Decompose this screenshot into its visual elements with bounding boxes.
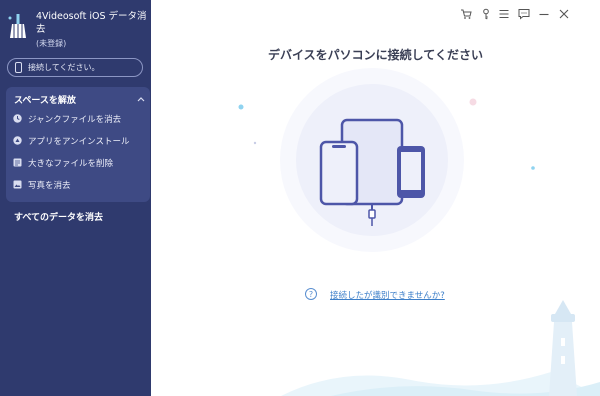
menu-icon[interactable] bbox=[498, 8, 510, 20]
sidebar-item-label: 大きなファイルを削除 bbox=[28, 159, 114, 169]
sidebar-item-uninstall[interactable]: アプリをアンインストール bbox=[13, 133, 147, 149]
decor-dot bbox=[531, 166, 535, 170]
broom-logo-icon bbox=[8, 14, 26, 38]
help-link[interactable]: 接続したが識別できませんか? bbox=[330, 289, 445, 301]
minimize-icon[interactable] bbox=[538, 8, 550, 20]
sidebar-item-junk[interactable]: ジャンクファイルを消去 bbox=[13, 111, 147, 127]
device-status-box[interactable]: 接続してください。 bbox=[7, 58, 143, 77]
main-illustration bbox=[238, 68, 600, 396]
app-icon bbox=[13, 136, 22, 145]
sidebar-item-label: ジャンクファイルを消去 bbox=[28, 115, 122, 125]
app-header: 4Videosoft iOS データ消去 (未登録) bbox=[6, 8, 147, 52]
file-icon bbox=[13, 158, 22, 167]
registration-status: (未登録) bbox=[36, 39, 67, 48]
free-space-section: スペースを解放 ジャンクファイルを消去 アプリをアンインストール 大きなファイル… bbox=[6, 87, 150, 202]
clock-icon bbox=[13, 114, 22, 123]
chevron-up-icon[interactable] bbox=[137, 95, 145, 103]
sidebar-item-photos[interactable]: 写真を消去 bbox=[13, 177, 147, 193]
sidebar-item-label: 写真を消去 bbox=[28, 181, 71, 191]
device-status-label: 接続してください。 bbox=[28, 63, 100, 72]
app-title: 4Videosoft iOS データ消去 bbox=[36, 11, 147, 35]
title-bar bbox=[460, 0, 600, 28]
lighthouse-icon bbox=[549, 300, 577, 396]
help-row: ? 接続したが識別できませんか? bbox=[305, 288, 455, 302]
cart-icon[interactable] bbox=[460, 8, 472, 20]
phone-icon bbox=[15, 62, 22, 73]
feedback-icon[interactable] bbox=[518, 8, 530, 20]
decor-dot bbox=[469, 98, 477, 106]
section-title[interactable]: スペースを解放 bbox=[14, 93, 76, 106]
sidebar-item-erase-all[interactable]: すべてのデータを消去 bbox=[14, 210, 103, 223]
close-icon[interactable] bbox=[558, 8, 570, 20]
photo-icon bbox=[13, 180, 22, 189]
sidebar-item-label: アプリをアンインストール bbox=[28, 137, 130, 147]
key-icon[interactable] bbox=[480, 8, 492, 20]
sidebar: 4Videosoft iOS データ消去 (未登録) 接続してください。 スペー… bbox=[0, 0, 151, 396]
decor-dot bbox=[253, 141, 257, 145]
sidebar-item-large-files[interactable]: 大きなファイルを削除 bbox=[13, 155, 147, 171]
question-icon[interactable]: ? bbox=[305, 288, 317, 300]
decor-dot bbox=[238, 104, 244, 110]
